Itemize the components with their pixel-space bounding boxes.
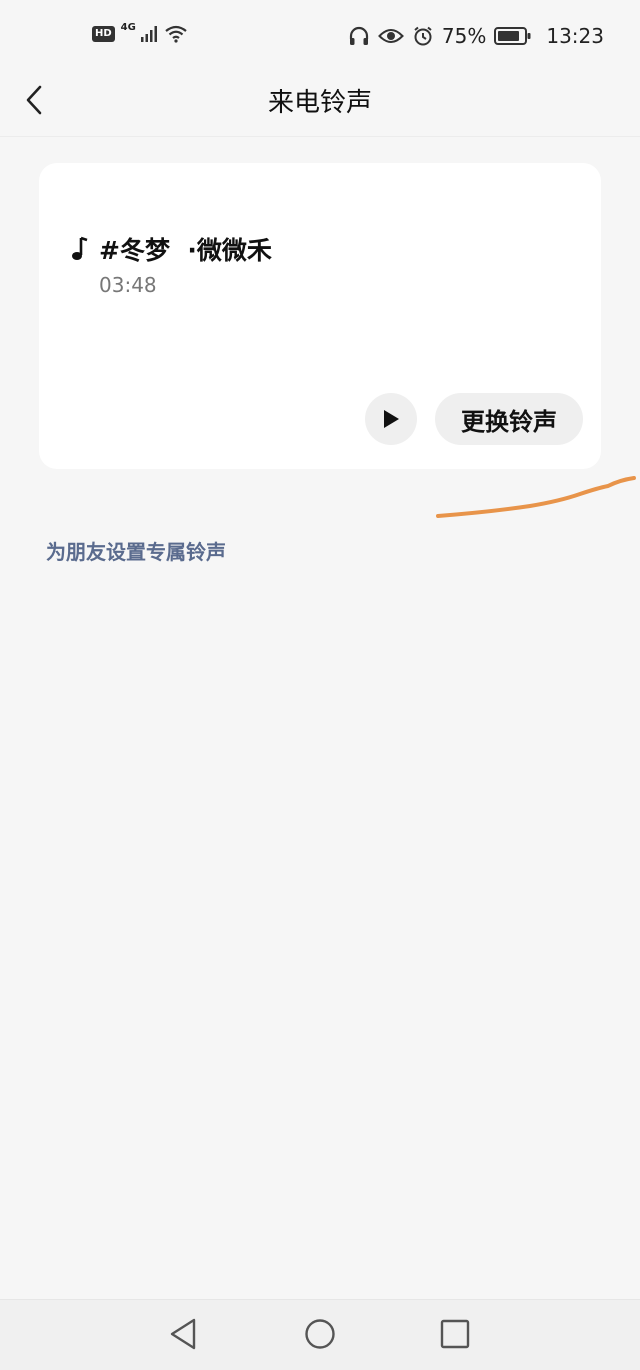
network-type-label: 4G [120, 21, 136, 33]
clock: 13:23 [546, 24, 604, 48]
song-title: #冬梦 ·微微禾 [99, 236, 272, 265]
recents-square-icon[interactable] [437, 1316, 473, 1352]
wifi-icon [165, 25, 187, 43]
play-icon [384, 410, 399, 428]
back-triangle-icon[interactable] [166, 1316, 202, 1352]
song-duration: 03:48 [99, 273, 157, 297]
home-circle-icon[interactable] [302, 1316, 338, 1352]
ringtone-card: #冬梦 ·微微禾 03:48 更换铃声 [39, 163, 601, 469]
status-bar-right: 75% 13:23 [348, 24, 604, 48]
status-bar-left: HD 4G [92, 21, 188, 44]
set-friend-ringtone-link[interactable]: 为朋友设置专属铃声 [46, 536, 226, 565]
signal-icon [140, 26, 157, 42]
orange-annotation-stroke [436, 476, 636, 518]
status-bar: HD 4G 75% 13:23 [0, 0, 640, 72]
hd-badge: HD [92, 26, 115, 42]
music-note-icon [72, 236, 88, 260]
system-nav-bar [0, 1299, 640, 1370]
song-row: #冬梦 ·微微禾 [69, 231, 272, 267]
alarm-icon [414, 26, 432, 46]
battery-percent: 75% [441, 24, 487, 48]
title-bar: 来电铃声 [0, 72, 640, 137]
eye-icon [378, 29, 404, 43]
play-button[interactable] [365, 393, 417, 445]
battery-icon [494, 27, 531, 45]
page-title: 来电铃声 [267, 88, 372, 118]
change-ringtone-button[interactable]: 更换铃声 [435, 393, 583, 445]
headphones-icon [349, 26, 369, 45]
